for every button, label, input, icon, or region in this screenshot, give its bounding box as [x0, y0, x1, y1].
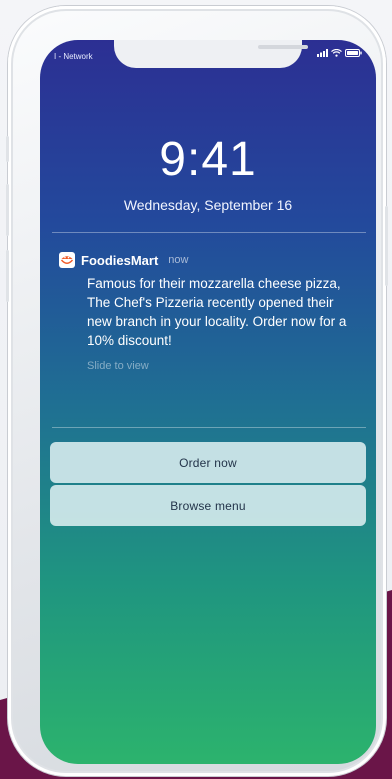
power-button	[385, 206, 388, 286]
status-icons	[317, 49, 362, 57]
lock-date: Wednesday, September 16	[123, 197, 293, 213]
notification-app-name: FoodiesMart	[81, 252, 159, 268]
phone-frame: I - Network 9:41 Wednesday, September 16	[6, 6, 388, 776]
battery-icon	[345, 49, 362, 57]
divider-top	[52, 232, 366, 233]
notification-card[interactable]: FoodiesMart now Famous for their mozzare…	[59, 252, 359, 372]
wifi-icon	[331, 49, 342, 57]
slide-to-view-hint[interactable]: Slide to view	[87, 360, 359, 372]
notification-time: now	[168, 254, 189, 266]
notch	[114, 40, 308, 68]
notification-message: Famous for their mozzarella cheese pizza…	[87, 276, 347, 348]
browse-menu-button[interactable]: Browse menu	[50, 485, 366, 526]
foodiesmart-logo-icon	[59, 252, 75, 268]
carrier-label: I - Network	[54, 52, 93, 61]
notification-header: FoodiesMart now	[59, 252, 359, 268]
mute-switch	[6, 136, 9, 162]
speaker-grille	[258, 45, 308, 49]
lock-time: 9:41	[159, 133, 257, 186]
signal-icon	[317, 49, 328, 57]
divider-bottom	[52, 427, 366, 428]
volume-up-button	[6, 184, 9, 236]
order-now-button[interactable]: Order now	[50, 442, 366, 483]
volume-down-button	[6, 250, 9, 302]
lock-screen: I - Network 9:41 Wednesday, September 16	[40, 40, 376, 764]
